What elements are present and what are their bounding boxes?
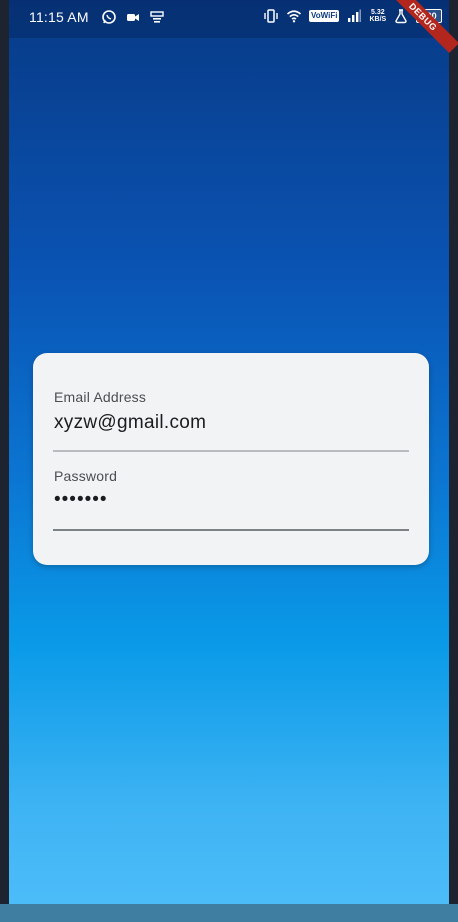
bottom-navigation-strip: [0, 904, 458, 922]
email-field[interactable]: Email Address xyzw@gmail.com: [54, 389, 409, 434]
vibrate-icon: [264, 9, 278, 23]
phone-screen: 11:15 AM VoWiFi 5.32 KB/S DEBUG Email Ad…: [0, 0, 458, 922]
video-camera-icon: [127, 14, 139, 21]
email-input[interactable]: xyzw@gmail.com: [54, 412, 409, 434]
status-bar: 11:15 AM VoWiFi 5.32 KB/S DEBUG: [9, 0, 458, 54]
signal-icon: [348, 9, 362, 22]
password-field[interactable]: Password •••••••: [54, 468, 409, 511]
login-card: Email Address xyzw@gmail.com Password ••…: [33, 353, 429, 565]
cast-icon: [150, 11, 164, 23]
status-notification-icons: [101, 9, 165, 25]
password-underline: [53, 529, 409, 531]
vowifi-badge: VoWiFi: [309, 10, 340, 22]
whatsapp-icon: [102, 10, 116, 24]
email-underline: [53, 450, 409, 452]
network-speed-unit: KB/S: [369, 16, 387, 23]
password-input[interactable]: •••••••: [54, 489, 409, 511]
password-label: Password: [54, 468, 118, 484]
status-time: 11:15 AM: [29, 9, 89, 25]
network-speed-value: 5.32: [371, 9, 385, 16]
email-label: Email Address: [54, 389, 147, 405]
network-speed: 5.32 KB/S: [369, 9, 386, 23]
wifi-icon: [286, 10, 302, 23]
